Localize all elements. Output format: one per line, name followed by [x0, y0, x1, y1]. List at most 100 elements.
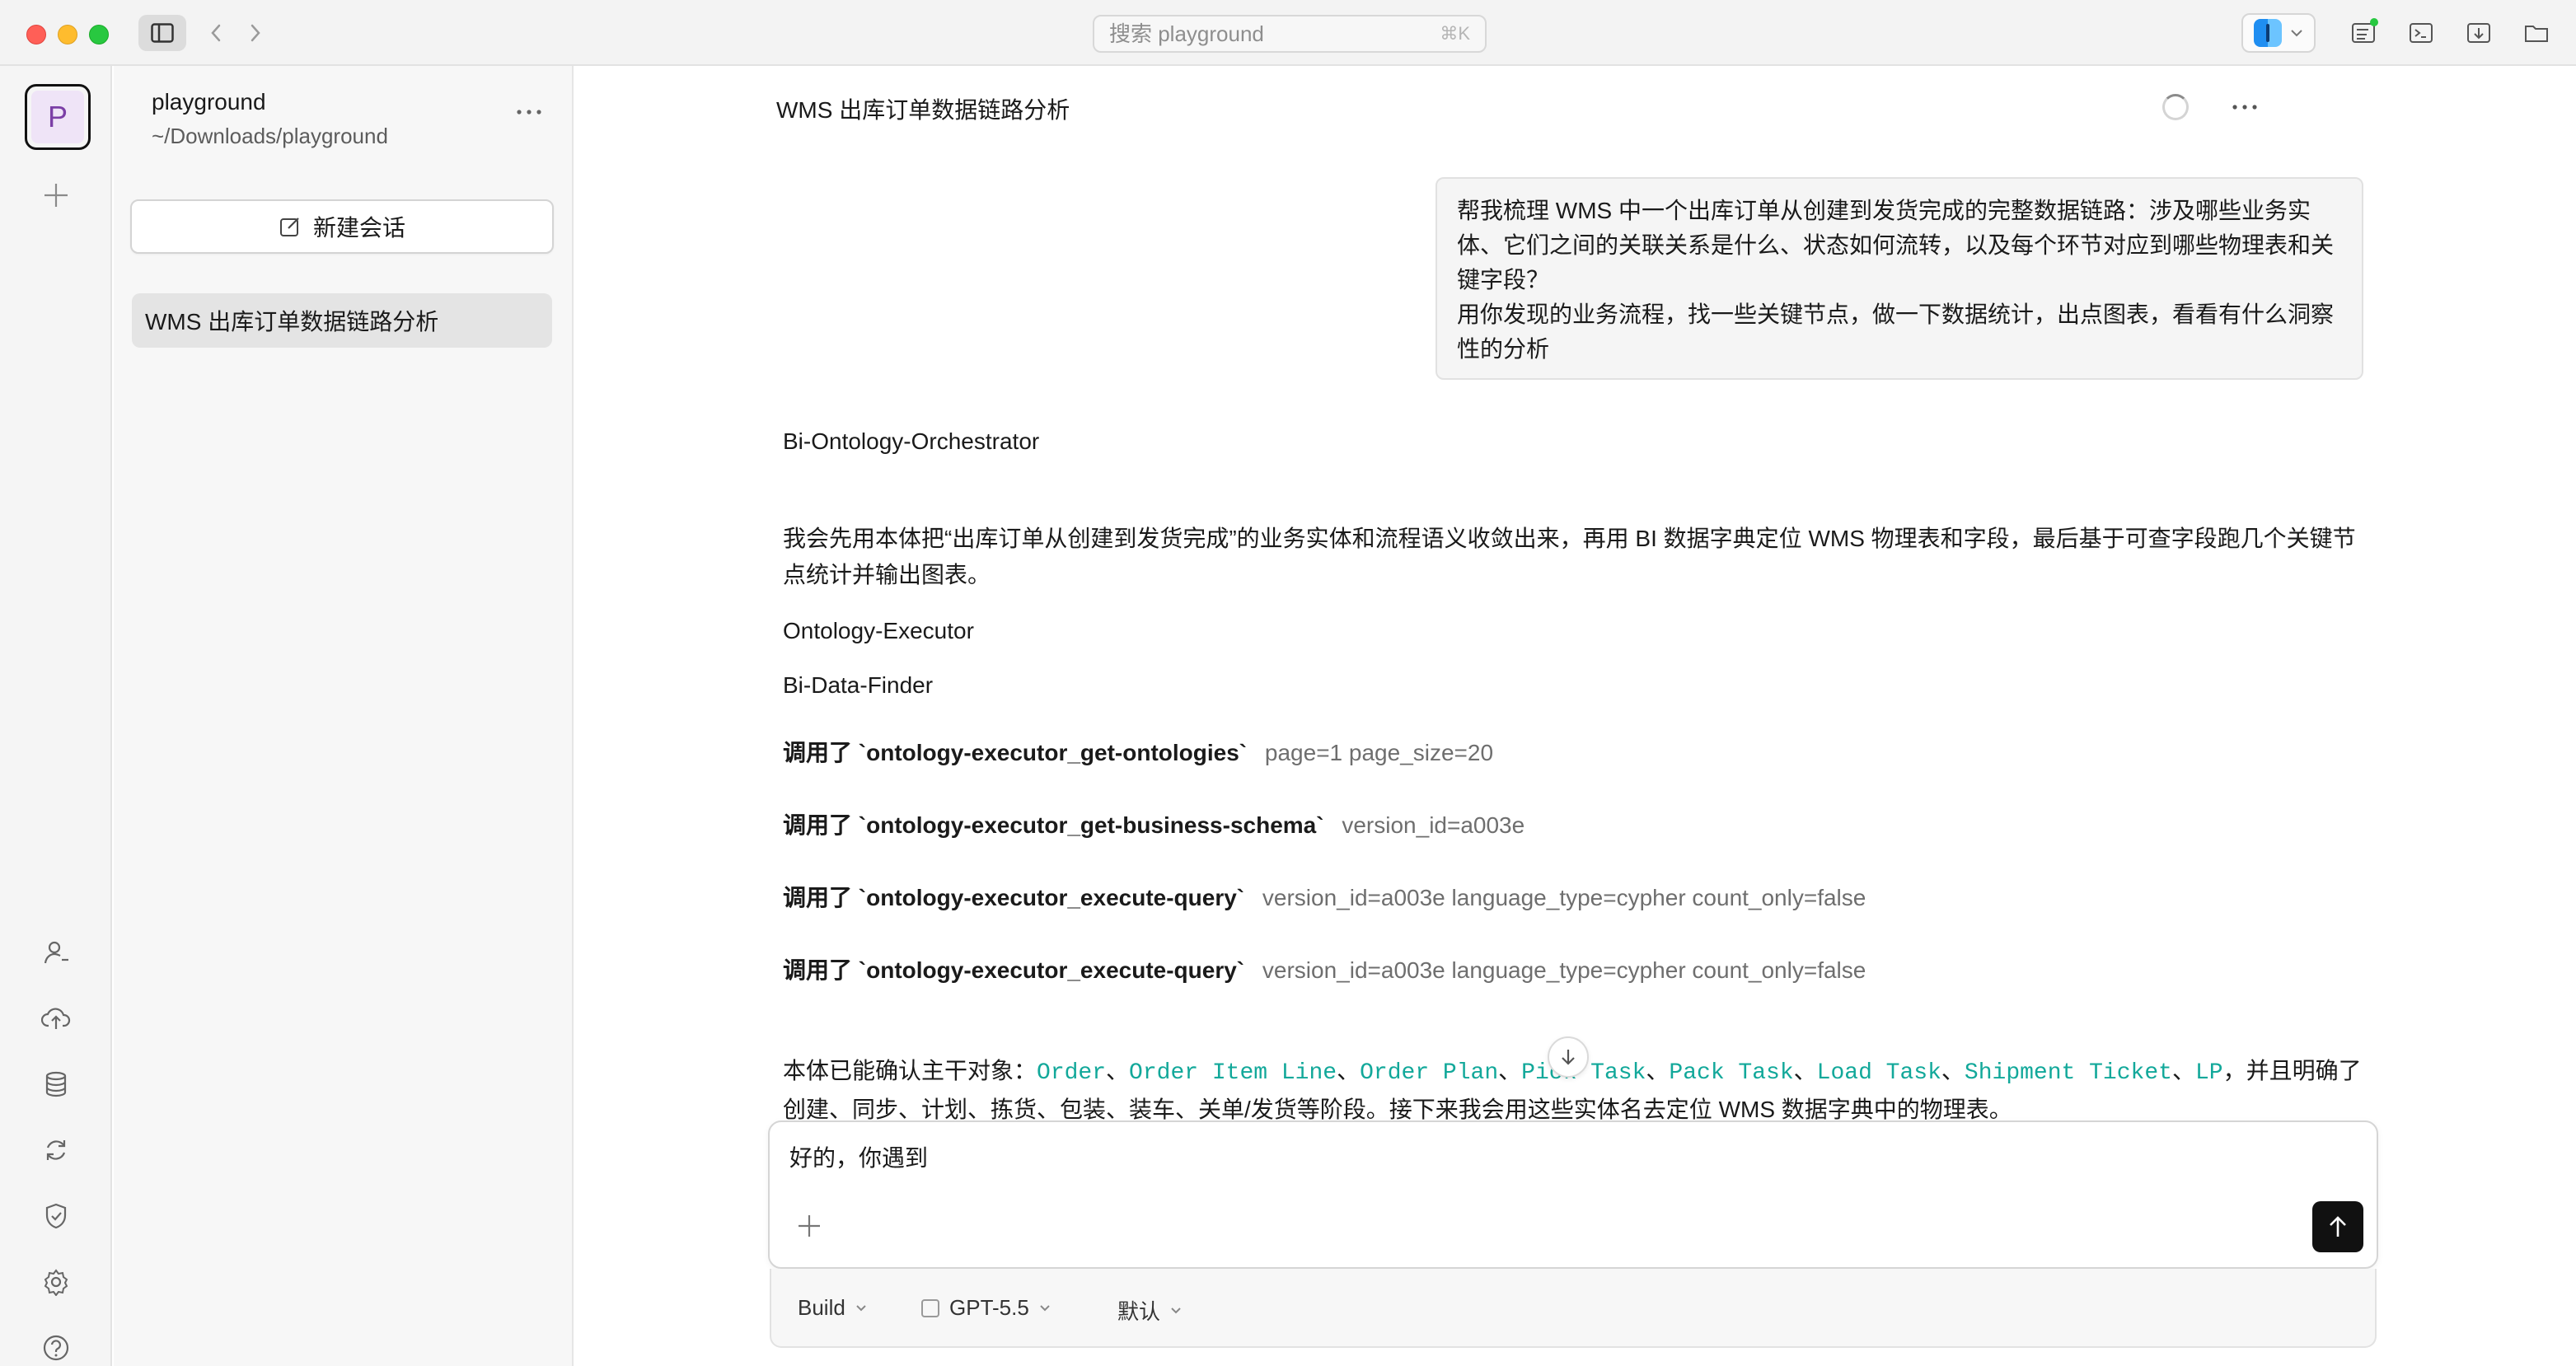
more-horizontal-icon: [2232, 105, 2257, 110]
tool-call-item[interactable]: 调用了 `ontology-executor_execute-query` ve…: [783, 952, 1866, 985]
download-panel-button[interactable]: [2464, 18, 2494, 48]
chevron-down-icon: [1171, 1308, 1181, 1314]
terminal-button[interactable]: [2406, 18, 2436, 48]
account-button[interactable]: [40, 936, 73, 969]
sync-upload-button[interactable]: [40, 1002, 73, 1035]
chat-more-button[interactable]: [2232, 89, 2258, 117]
add-project-button[interactable]: [40, 181, 73, 214]
forward-button[interactable]: [239, 16, 272, 49]
variant-label: 默认: [1117, 1299, 1161, 1324]
tool-call-args: version_id=a003e language_type=cypher co…: [1262, 885, 1866, 910]
plus-icon: [799, 1215, 820, 1237]
app-window: ⌘K P: [0, 0, 2576, 1366]
title-bar: ⌘K: [0, 0, 2576, 66]
changes-button[interactable]: [2349, 18, 2378, 48]
user-message: 帮我梳理 WMS 中一个出库订单从创建到发货完成的完整数据链路：涉及哪些业务实 …: [1436, 177, 2363, 380]
sidebar-icon: [151, 23, 174, 43]
tool-call-prefix: 调用了: [783, 957, 853, 983]
minimize-window-button[interactable]: [58, 25, 77, 44]
chevron-down-icon: [2291, 30, 2302, 37]
project-avatar-button[interactable]: P: [25, 84, 91, 150]
person-icon: [44, 941, 68, 964]
plus-icon: [44, 184, 68, 207]
session-item-active[interactable]: WMS 出库订单数据链路分析: [132, 293, 552, 348]
more-horizontal-icon: [517, 110, 541, 115]
zoom-window-button[interactable]: [89, 25, 109, 44]
refresh-button[interactable]: [40, 1134, 73, 1167]
model-icon: [921, 1298, 939, 1317]
folder-icon: [2525, 26, 2548, 42]
variant-selector[interactable]: 默认: [1117, 1295, 1182, 1326]
loading-spinner-icon: [2162, 94, 2189, 120]
close-window-button[interactable]: [26, 25, 46, 44]
tool-call-name: `ontology-executor_execute-query`: [858, 957, 1245, 983]
tool-call-item[interactable]: 调用了 `ontology-executor_get-business-sche…: [783, 807, 1525, 840]
shield-check-icon: [45, 1203, 67, 1229]
chevron-right-icon: [251, 24, 260, 42]
assistant-message-text: 我会先用本体把“出库订单从创建到发货完成”的业务实体和流程语义收敛出来，再用 B…: [783, 526, 2356, 587]
database-button[interactable]: [40, 1068, 73, 1101]
chevron-left-icon: [211, 24, 221, 42]
tool-call-item[interactable]: 调用了 `ontology-executor_get-ontologies` p…: [783, 735, 1493, 768]
settings-button[interactable]: [40, 1265, 73, 1298]
chevron-down-icon: [856, 1305, 866, 1312]
entity-code: Order Plan: [1360, 1060, 1499, 1086]
attach-button[interactable]: [793, 1211, 826, 1244]
scroll-to-bottom-button[interactable]: [1548, 1036, 1589, 1078]
model-label: GPT-5.5: [949, 1295, 1029, 1320]
project-path: ~/Downloads/playground: [152, 124, 388, 148]
finder-icon: [2254, 19, 2282, 47]
chat-header: WMS 出库订单数据链路分析: [756, 66, 2396, 145]
tool-call-name: `ontology-executor_execute-query`: [858, 885, 1245, 910]
security-button[interactable]: [40, 1200, 73, 1233]
agent-label: Ontology-Executor: [783, 618, 974, 643]
separator: 、: [1106, 1058, 1130, 1083]
user-message-text: 帮我梳理 WMS 中一个出库订单从创建到发货完成的完整数据链路：涉及哪些业务实 …: [1457, 198, 2335, 362]
workspace-rail: P: [0, 66, 112, 1366]
tool-call-item[interactable]: 调用了 `ontology-executor_execute-query` ve…: [783, 880, 1866, 913]
search-input[interactable]: [1109, 21, 1440, 47]
search-bar[interactable]: ⌘K: [1093, 15, 1487, 53]
tool-call-args: page=1 page_size=20: [1264, 740, 1494, 765]
model-selector[interactable]: GPT-5.5: [921, 1295, 1051, 1321]
agent-label: Bi-Data-Finder: [783, 672, 934, 698]
message-input[interactable]: [789, 1140, 2273, 1190]
files-button[interactable]: [2522, 18, 2551, 48]
separator: 、: [1498, 1058, 1522, 1083]
message-composer: [768, 1120, 2378, 1269]
sidebar-toggle-button[interactable]: [138, 15, 186, 51]
chevron-down-icon: [1040, 1305, 1050, 1312]
new-chat-button[interactable]: 新建会话: [130, 199, 554, 254]
separator: 、: [1646, 1058, 1670, 1083]
arrow-up-icon: [2330, 1216, 2346, 1237]
project-name: playground: [152, 89, 266, 115]
new-chat-label: 新建会话: [312, 215, 405, 241]
separator: 、: [1941, 1058, 1965, 1083]
help-button[interactable]: [40, 1331, 73, 1364]
entity-code: Load Task: [1816, 1060, 1941, 1086]
session-item-label: WMS 出库订单数据链路分析: [145, 309, 439, 334]
separator: 、: [1793, 1058, 1817, 1083]
session-sidebar: playground ~/Downloads/playground 新建会话 W…: [114, 66, 574, 1366]
separator: 、: [1337, 1058, 1361, 1083]
download-icon: [2467, 23, 2490, 43]
agent-label: Bi-Ontology-Orchestrator: [783, 428, 1040, 454]
back-button[interactable]: [199, 16, 232, 49]
tool-call-name: `ontology-executor_get-business-schema`: [858, 812, 1324, 838]
open-in-finder-button[interactable]: [2241, 13, 2316, 53]
chat-title: WMS 出库订单数据链路分析: [776, 97, 1070, 123]
status-dot: [2370, 18, 2378, 26]
send-button[interactable]: [2312, 1201, 2363, 1252]
summary-prefix: 本体已能确认主干对象：: [783, 1058, 1037, 1083]
mode-label: Build: [798, 1295, 845, 1320]
tool-call-args: version_id=a003e: [1342, 812, 1525, 838]
search-shortcut-hint: ⌘K: [1440, 23, 1470, 44]
tool-call-name: `ontology-executor_get-ontologies`: [858, 740, 1248, 765]
tool-call-prefix: 调用了: [783, 812, 853, 838]
refresh-icon: [46, 1140, 66, 1160]
mode-selector[interactable]: Build: [798, 1295, 867, 1321]
composer-toolbar: Build GPT-5.5 默认: [770, 1269, 2377, 1348]
project-more-button[interactable]: [516, 94, 542, 122]
edit-icon: [279, 218, 299, 236]
gear-icon: [44, 1269, 68, 1296]
